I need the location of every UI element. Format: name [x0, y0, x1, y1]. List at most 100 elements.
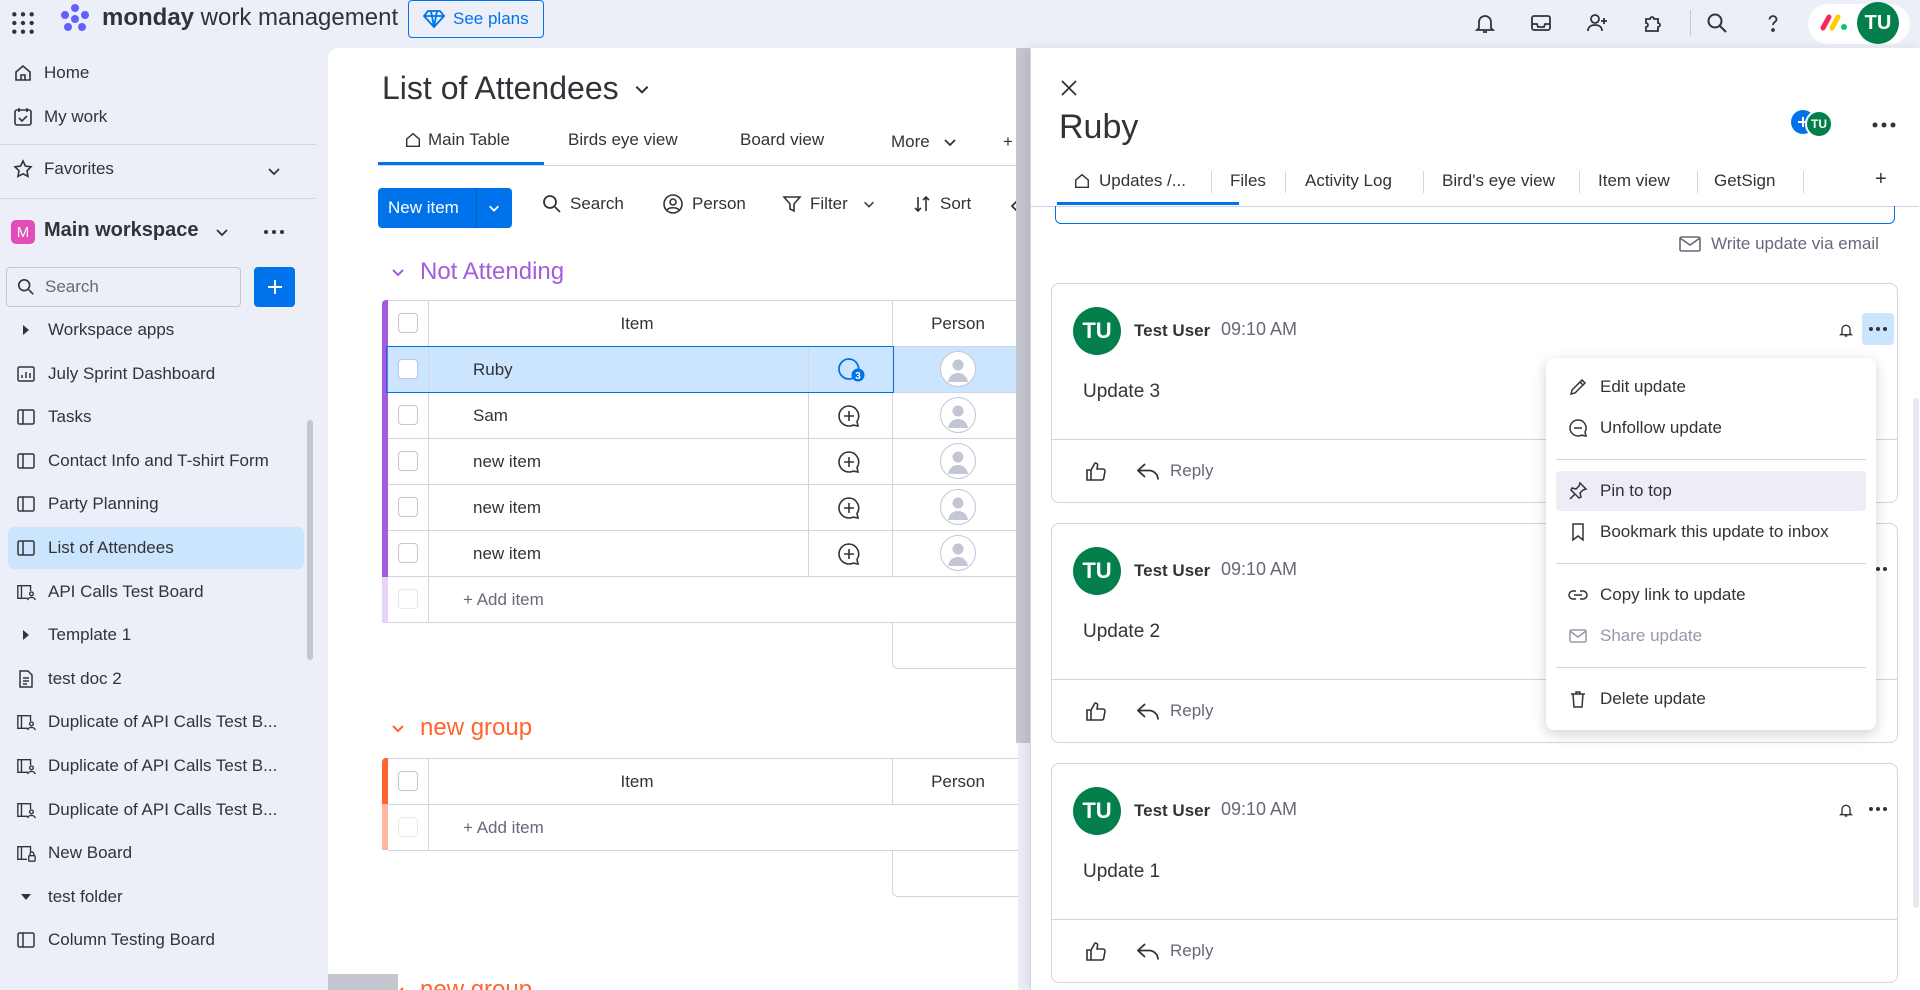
- column-header-person[interactable]: Person: [893, 314, 1018, 334]
- new-item-button[interactable]: New item: [378, 188, 512, 228]
- tab-birds-eye-view[interactable]: Birds eye view: [568, 130, 678, 150]
- sidebar-item[interactable]: Duplicate of API Calls Test B...: [8, 745, 304, 787]
- sidebar-item[interactable]: test folder: [8, 876, 304, 918]
- table-row[interactable]: new item: [388, 439, 1018, 485]
- column-header-item[interactable]: Item: [428, 772, 846, 792]
- empty-person-icon[interactable]: [940, 489, 976, 525]
- tab-item-view[interactable]: Item view: [1598, 171, 1670, 191]
- notifications-bell-icon[interactable]: [1468, 6, 1502, 40]
- sidebar-item[interactable]: Duplicate of API Calls Test B...: [8, 701, 304, 743]
- sidebar-item[interactable]: test doc 2: [8, 658, 304, 700]
- like-icon[interactable]: [1084, 460, 1108, 484]
- add-tab-button[interactable]: +: [1875, 168, 1887, 191]
- tab-more[interactable]: More: [891, 132, 958, 152]
- sidebar-scrollbar[interactable]: [307, 420, 313, 660]
- select-all-checkbox[interactable]: [398, 771, 418, 791]
- item-name[interactable]: new item: [473, 498, 541, 518]
- update-author-name[interactable]: Test User: [1134, 321, 1210, 341]
- add-update-icon[interactable]: [836, 541, 862, 567]
- panel-resize-handle[interactable]: [1016, 48, 1030, 743]
- add-item-row[interactable]: + Add item: [388, 805, 1018, 851]
- reply-button[interactable]: Reply: [1136, 461, 1213, 481]
- reply-button[interactable]: Reply: [1136, 701, 1213, 721]
- brand-name[interactable]: monday work management: [102, 4, 398, 32]
- board-title[interactable]: List of Attendees: [382, 70, 651, 107]
- help-icon[interactable]: [1756, 6, 1790, 40]
- see-plans-button[interactable]: See plans: [408, 0, 544, 38]
- add-update-icon[interactable]: [836, 403, 862, 429]
- nav-my-work[interactable]: My work: [12, 106, 107, 128]
- sidebar-item[interactable]: Template 1: [8, 614, 304, 656]
- tab-getsign[interactable]: GetSign: [1714, 171, 1775, 191]
- nav-home[interactable]: Home: [12, 62, 89, 84]
- row-checkbox[interactable]: [398, 497, 418, 517]
- add-item-row[interactable]: + Add item: [382, 577, 1018, 623]
- close-icon[interactable]: [1059, 78, 1079, 98]
- table-row[interactable]: new item: [388, 485, 1018, 531]
- user-avatar[interactable]: TU: [1857, 2, 1899, 44]
- tab-board-view[interactable]: Board view: [740, 130, 824, 150]
- sort-button[interactable]: Sort: [912, 184, 971, 224]
- board-horizontal-scrollbar[interactable]: [328, 974, 398, 990]
- sidebar-item[interactable]: Workspace apps: [8, 309, 304, 351]
- tab-main-table[interactable]: Main Table: [404, 130, 510, 150]
- add-item-button[interactable]: [254, 267, 295, 307]
- menu-item-edit-update[interactable]: Edit update: [1556, 367, 1866, 407]
- group-title-new-group[interactable]: new group: [390, 714, 532, 742]
- empty-person-icon[interactable]: [940, 535, 976, 571]
- panel-scrollbar[interactable]: [1913, 398, 1919, 908]
- empty-person-icon[interactable]: [940, 443, 976, 479]
- inbox-icon[interactable]: [1524, 6, 1558, 40]
- sidebar-item[interactable]: New Board: [8, 832, 304, 874]
- workspace-more-icon[interactable]: [262, 222, 286, 242]
- invite-user-icon[interactable]: [1580, 6, 1614, 40]
- bell-icon[interactable]: [1838, 322, 1854, 338]
- sidebar-search-input[interactable]: Search: [6, 267, 241, 307]
- update-composer-bottom[interactable]: [1055, 206, 1895, 224]
- search-icon[interactable]: [1700, 6, 1734, 40]
- update-author-name[interactable]: Test User: [1134, 561, 1210, 581]
- update-author-avatar[interactable]: TU: [1073, 307, 1121, 355]
- sidebar-item[interactable]: July Sprint Dashboard: [8, 353, 304, 395]
- sidebar-item[interactable]: Duplicate of API Calls Test B...: [8, 789, 304, 831]
- panel-more-icon[interactable]: [1871, 116, 1897, 134]
- table-row[interactable]: Ruby 3: [386, 346, 1018, 393]
- row-checkbox[interactable]: [398, 405, 418, 425]
- nav-favorites[interactable]: Favorites: [12, 158, 114, 180]
- sidebar-item[interactable]: API Calls Test Board: [8, 571, 304, 613]
- filter-button[interactable]: Filter: [782, 184, 876, 224]
- add-view-button[interactable]: +: [1003, 132, 1013, 152]
- menu-item-bookmark-this-update-to-inbox[interactable]: Bookmark this update to inbox: [1556, 512, 1866, 552]
- monday-logo-icon[interactable]: [58, 2, 92, 36]
- menu-item-copy-link-to-update[interactable]: Copy link to update: [1556, 575, 1866, 615]
- like-icon[interactable]: [1084, 700, 1108, 724]
- group-title-not-attending[interactable]: Not Attending: [390, 258, 564, 286]
- person-filter-button[interactable]: Person: [662, 184, 746, 224]
- column-header-person[interactable]: Person: [893, 772, 1018, 792]
- item-name[interactable]: new item: [473, 452, 541, 472]
- column-header-item[interactable]: Item: [428, 314, 846, 334]
- tab-activity-log[interactable]: Activity Log: [1305, 171, 1392, 191]
- add-update-icon[interactable]: [836, 449, 862, 475]
- empty-person-icon[interactable]: [940, 351, 976, 387]
- add-update-icon[interactable]: [836, 495, 862, 521]
- item-name[interactable]: Sam: [473, 406, 508, 426]
- search-button[interactable]: Search: [542, 184, 624, 224]
- menu-item-unfollow-update[interactable]: Unfollow update: [1556, 408, 1866, 448]
- app-grid-icon[interactable]: [6, 6, 40, 40]
- chevron-down-icon[interactable]: [266, 163, 282, 179]
- row-checkbox[interactable]: [398, 451, 418, 471]
- select-all-checkbox[interactable]: [398, 313, 418, 333]
- tab-birds-eye-view[interactable]: Bird's eye view: [1442, 171, 1555, 191]
- row-checkbox[interactable]: [398, 543, 418, 563]
- update-author-avatar[interactable]: TU: [1073, 547, 1121, 595]
- item-name[interactable]: new item: [473, 544, 541, 564]
- sidebar-item[interactable]: Contact Info and T-shirt Form: [8, 440, 304, 482]
- update-author-avatar[interactable]: TU: [1073, 787, 1121, 835]
- menu-item-pin-to-top[interactable]: Pin to top: [1556, 471, 1866, 511]
- subscriber-avatar[interactable]: TU: [1805, 110, 1833, 138]
- like-icon[interactable]: [1084, 940, 1108, 964]
- sidebar-item[interactable]: Column Testing Board: [8, 919, 304, 961]
- tab-updates[interactable]: Updates /...: [1073, 171, 1186, 191]
- sidebar-item[interactable]: Tasks: [8, 396, 304, 438]
